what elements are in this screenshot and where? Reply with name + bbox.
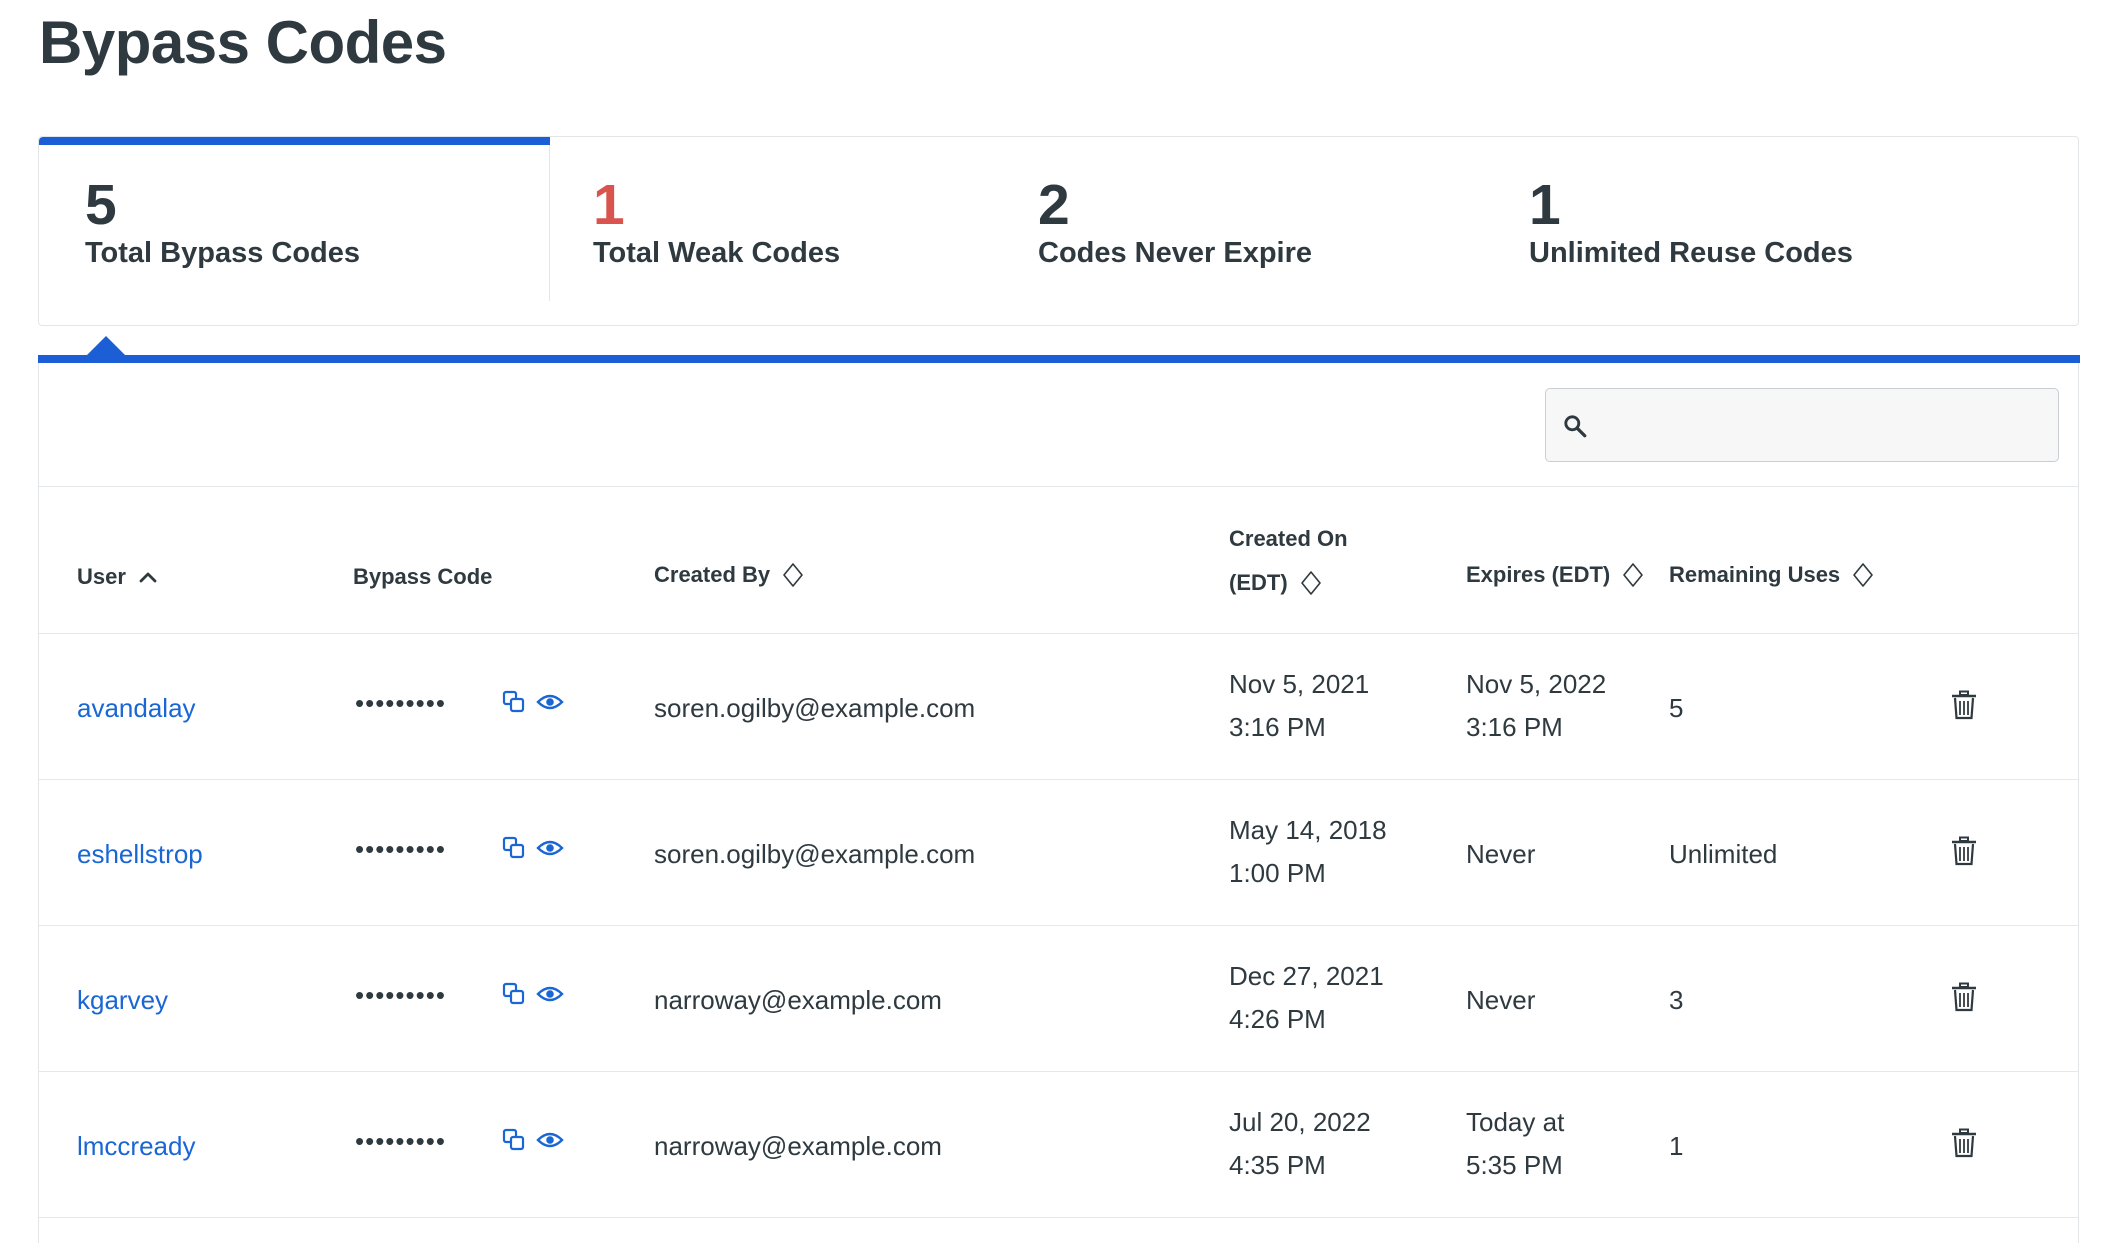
table-row: avandalay ••••••••• soren.ogilby@example… — [39, 634, 2078, 780]
sort-icon — [1300, 571, 1321, 595]
column-header-user[interactable]: User — [77, 564, 158, 590]
created-on: Dec 27, 2021 4:26 PM — [1229, 955, 1384, 1041]
column-header-bypass-code: Bypass Code — [353, 564, 492, 590]
header-label-line-2: (EDT) — [1229, 561, 1348, 605]
toolbar-divider — [39, 486, 2078, 487]
chevron-up-icon — [139, 572, 157, 583]
column-header-remaining-uses[interactable]: Remaining Uses — [1669, 562, 1874, 588]
panel-accent-bar — [38, 355, 2080, 363]
stats-summary: 5 Total Bypass Codes 1 Total Weak Codes … — [38, 136, 2079, 326]
copy-icon[interactable] — [502, 1128, 526, 1152]
eye-icon[interactable] — [536, 1130, 564, 1150]
stat-unlimited-reuse-codes[interactable]: 1 Unlimited Reuse Codes — [1529, 137, 2078, 325]
expires-date: Today at — [1466, 1107, 1565, 1137]
page-title: Bypass Codes — [39, 9, 447, 76]
expires: Today at 5:35 PM — [1466, 1101, 1564, 1187]
trash-icon[interactable] — [1951, 690, 1977, 720]
table-row: eshellstrop ••••••••• soren.ogilby@examp… — [39, 780, 2078, 926]
header-label: Remaining Uses — [1669, 562, 1841, 587]
trash-icon[interactable] — [1951, 982, 1977, 1012]
stat-label: Unlimited Reuse Codes — [1529, 237, 1853, 269]
created-on-date: Jul 20, 2022 — [1229, 1107, 1371, 1137]
sort-icon — [783, 563, 803, 587]
header-label: Created By — [654, 562, 771, 587]
remaining-uses: Unlimited — [1669, 839, 1778, 869]
eye-icon[interactable] — [536, 838, 564, 858]
user-link[interactable]: kgarvey — [77, 985, 168, 1016]
copy-icon[interactable] — [502, 982, 526, 1006]
search-input[interactable] — [1598, 389, 2053, 461]
created-on-date: May 14, 2018 — [1229, 815, 1387, 845]
user-link[interactable]: avandalay — [77, 693, 196, 724]
search-icon — [1564, 415, 1587, 438]
expires: Nov 5, 2022 3:16 PM — [1466, 663, 1606, 749]
expires-date: Nov 5, 2022 — [1466, 669, 1607, 699]
created-on: Jul 20, 2022 4:35 PM — [1229, 1101, 1371, 1187]
remaining-uses: 3 — [1669, 985, 1684, 1015]
copy-icon[interactable] — [502, 690, 526, 714]
created-on-time: 4:26 PM — [1229, 1004, 1326, 1034]
masked-bypass-code: ••••••••• — [355, 1126, 446, 1156]
active-tab-caret-icon — [86, 336, 126, 356]
created-on-time: 3:16 PM — [1229, 712, 1326, 742]
trash-icon[interactable] — [1951, 836, 1977, 866]
stat-label: Total Bypass Codes — [85, 237, 361, 269]
column-header-expires[interactable]: Expires (EDT) — [1466, 562, 1644, 588]
expires-time: 5:35 PM — [1466, 1150, 1563, 1180]
remaining-uses: 5 — [1669, 693, 1684, 723]
stat-value: 5 — [85, 173, 117, 237]
header-label: Created On — [1229, 526, 1348, 551]
expires: Never — [1466, 985, 1536, 1015]
masked-bypass-code: ••••••••• — [355, 980, 446, 1010]
expires: Never — [1466, 839, 1536, 869]
created-by: narroway@example.com — [654, 1131, 942, 1161]
sort-icon — [1853, 563, 1873, 587]
created-by: soren.ogilby@example.com — [654, 693, 976, 723]
copy-icon[interactable] — [502, 836, 526, 860]
masked-bypass-code: ••••••••• — [355, 688, 446, 718]
column-header-created-on[interactable]: Created On (EDT) — [1229, 517, 1348, 605]
header-label: User — [77, 564, 126, 589]
header-label: (EDT) — [1229, 570, 1288, 595]
column-header-created-by[interactable]: Created By — [654, 562, 804, 588]
stat-value: 1 — [593, 173, 625, 237]
stat-total-bypass-codes[interactable]: 5 Total Bypass Codes — [39, 137, 550, 325]
search-box — [1545, 388, 2059, 462]
stat-value: 2 — [1038, 173, 1070, 237]
created-on-date: Nov 5, 2021 — [1229, 669, 1370, 699]
expires-time: 3:16 PM — [1466, 712, 1563, 742]
eye-icon[interactable] — [536, 692, 564, 712]
stat-total-weak-codes[interactable]: 1 Total Weak Codes — [550, 137, 1038, 325]
created-on-time: 4:35 PM — [1229, 1150, 1326, 1180]
sort-icon — [1623, 563, 1644, 587]
created-on: May 14, 2018 1:00 PM — [1229, 809, 1387, 895]
created-on: Nov 5, 2021 3:16 PM — [1229, 663, 1369, 749]
table-row: lmccready ••••••••• narroway@example.com… — [39, 1072, 2078, 1218]
trash-icon[interactable] — [1951, 1128, 1977, 1158]
user-link[interactable]: eshellstrop — [77, 839, 203, 870]
user-link[interactable]: lmccready — [77, 1131, 195, 1162]
stat-value: 1 — [1529, 173, 1561, 237]
created-on-time: 1:00 PM — [1229, 858, 1326, 888]
eye-icon[interactable] — [536, 984, 564, 1004]
header-label: Bypass Code — [353, 564, 493, 589]
created-by: narroway@example.com — [654, 985, 942, 1015]
stat-codes-never-expire[interactable]: 2 Codes Never Expire — [1038, 137, 1529, 325]
stat-label: Codes Never Expire — [1038, 237, 1313, 269]
bypass-codes-page: Bypass Codes 5 Total Bypass Codes 1 Tota… — [0, 0, 2104, 1243]
remaining-uses: 1 — [1669, 1131, 1684, 1161]
created-on-date: Dec 27, 2021 — [1229, 961, 1384, 991]
bypass-codes-table-panel: User Bypass Code Created By Created On (… — [38, 363, 2079, 1243]
masked-bypass-code: ••••••••• — [355, 834, 446, 864]
table-row: kgarvey ••••••••• narroway@example.com D… — [39, 926, 2078, 1072]
created-by: soren.ogilby@example.com — [654, 839, 976, 869]
header-label: Expires (EDT) — [1466, 562, 1611, 587]
stat-label: Total Weak Codes — [593, 237, 841, 269]
